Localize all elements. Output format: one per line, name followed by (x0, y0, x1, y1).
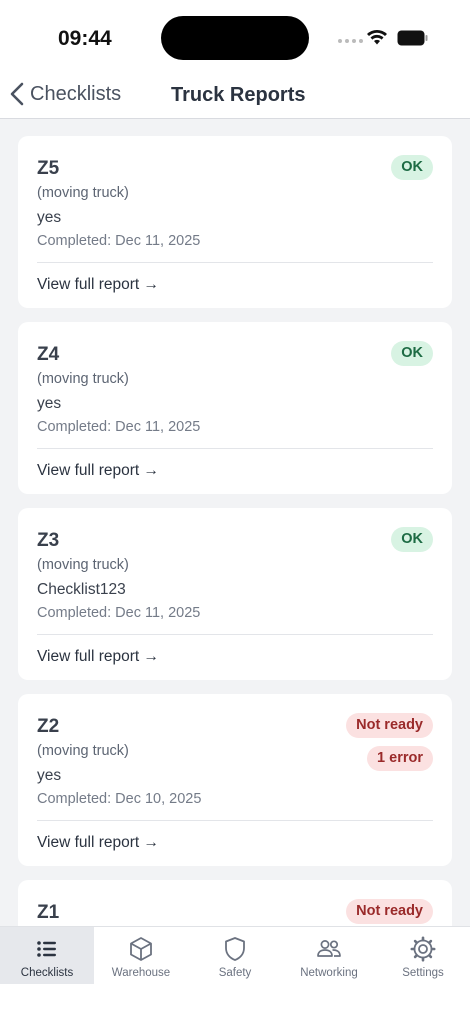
divider (37, 820, 433, 821)
divider (37, 634, 433, 635)
chevron-left-icon (10, 82, 24, 106)
tab-warehouse[interactable]: Warehouse (94, 927, 188, 984)
status-time: 09:44 (58, 27, 112, 50)
tab-settings[interactable]: Settings (376, 927, 470, 984)
status-badge: Not ready (346, 899, 433, 924)
completed-date: Completed: Dec 11, 2025 (37, 419, 201, 435)
status-bar: 09:44 (0, 0, 470, 70)
navigation-bar: Checklists Truck Reports (0, 70, 470, 119)
report-card: Z5 (moving truck) yes Completed: Dec 11,… (18, 136, 452, 308)
list-icon (37, 941, 56, 957)
view-full-report-link[interactable]: View full report → (37, 462, 433, 480)
tab-safety[interactable]: Safety (188, 927, 282, 984)
vehicle-type: (moving truck) (37, 557, 129, 573)
report-note: Checklist123 (37, 581, 126, 598)
view-full-report-link[interactable]: View full report → (37, 648, 433, 666)
tab-networking[interactable]: Networking (282, 927, 376, 984)
cellular-signal-icon (338, 39, 363, 43)
tab-bar: Checklists Warehouse Safety Networking S… (0, 926, 470, 984)
report-list[interactable]: Z5 (moving truck) yes Completed: Dec 11,… (0, 120, 470, 926)
report-card: Z4 (moving truck) yes Completed: Dec 11,… (18, 322, 452, 494)
view-full-report-link[interactable]: View full report → (37, 834, 433, 852)
wifi-icon (367, 30, 387, 45)
dynamic-island (161, 16, 309, 60)
box-icon (130, 937, 152, 961)
gear-icon (410, 936, 436, 962)
divider (37, 262, 433, 263)
report-card: Z2 (moving truck) yes Completed: Dec 10,… (18, 694, 452, 866)
report-note: yes (37, 209, 62, 226)
completed-date: Completed: Dec 11, 2025 (37, 233, 201, 249)
tab-label: Checklists (20, 967, 74, 979)
shield-icon (225, 937, 245, 961)
vehicle-type: (moving truck) (37, 185, 129, 201)
badge-group: OK (391, 155, 433, 180)
status-badge: OK (391, 155, 433, 180)
back-button[interactable]: Checklists (10, 82, 121, 106)
users-icon (317, 940, 341, 957)
page-title: Truck Reports (171, 84, 306, 106)
report-id: Z4 (37, 344, 60, 365)
tab-label: Safety (218, 967, 252, 979)
report-note: yes (37, 395, 62, 412)
badge-group: Not ready 1 error (346, 713, 433, 771)
tab-label: Networking (300, 967, 358, 979)
status-badge: Not ready (346, 713, 433, 738)
badge-group: OK (391, 527, 433, 552)
divider (37, 448, 433, 449)
vehicle-type: (moving truck) (37, 371, 129, 387)
report-id: Z5 (37, 158, 60, 179)
tab-label: Warehouse (111, 967, 171, 979)
tab-checklists[interactable]: Checklists (0, 927, 94, 984)
status-badge: OK (391, 527, 433, 552)
completed-date: Completed: Dec 10, 2025 (37, 791, 202, 807)
status-badge: OK (391, 341, 433, 366)
report-id: Z3 (37, 530, 60, 551)
view-full-report-link[interactable]: View full report → (37, 276, 433, 294)
home-indicator-area (0, 984, 470, 1024)
report-card: Z3 (moving truck) Checklist123 Completed… (18, 508, 452, 680)
completed-date: Completed: Dec 11, 2025 (37, 605, 201, 621)
back-button-label: Checklists (30, 82, 122, 105)
tab-label: Settings (402, 967, 444, 979)
badge-group: OK (391, 341, 433, 366)
report-card: Z1 Not ready (18, 880, 452, 926)
error-count-badge: 1 error (367, 746, 433, 771)
battery-icon (397, 30, 428, 46)
badge-group: Not ready (346, 899, 433, 924)
